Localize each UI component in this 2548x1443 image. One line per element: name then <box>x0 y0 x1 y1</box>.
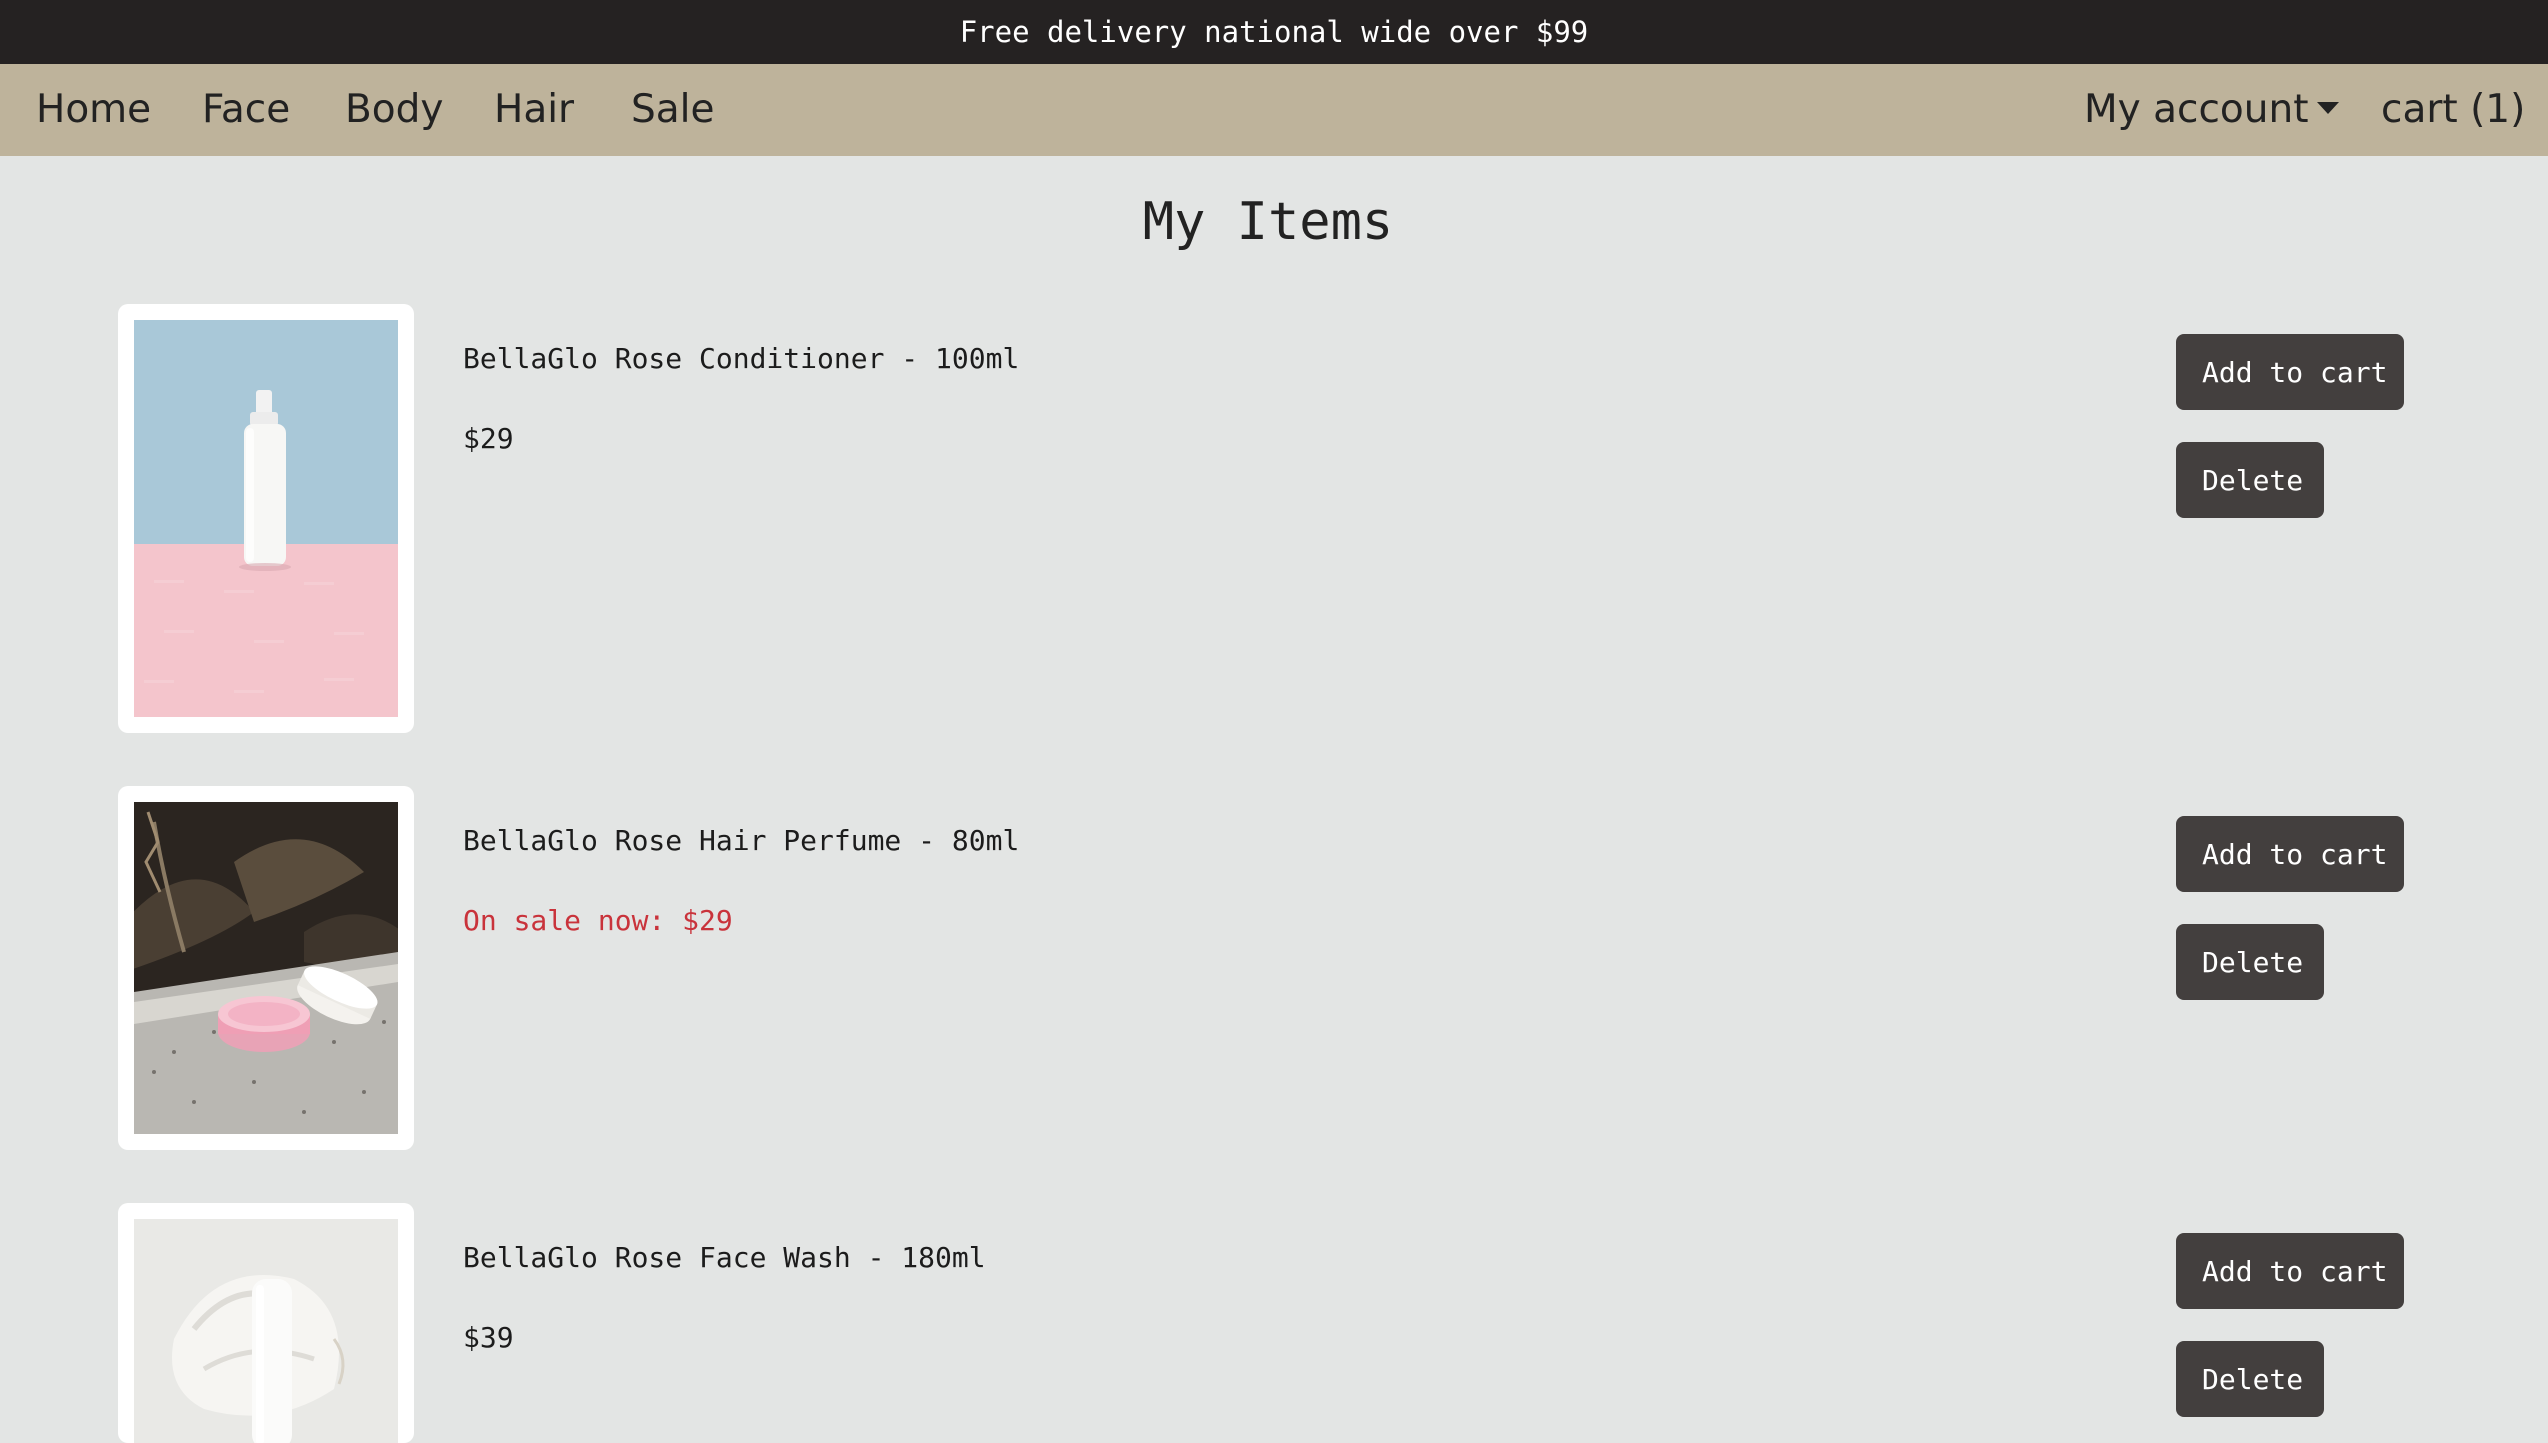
product-name[interactable]: BellaGlo Rose Conditioner - 100ml <box>463 342 1019 375</box>
chevron-down-icon <box>2316 101 2339 114</box>
product-name[interactable]: BellaGlo Rose Face Wash - 180ml <box>463 1241 986 1274</box>
product-price: $29 <box>463 422 514 455</box>
product-image[interactable] <box>134 802 398 1134</box>
page-title: My Items <box>1142 192 1394 252</box>
nav-sale-link[interactable]: Sale <box>631 64 714 156</box>
product-image-frame <box>118 786 414 1150</box>
nav-body-link[interactable]: Body <box>345 64 443 156</box>
product-price: $39 <box>463 1321 514 1354</box>
delete-button[interactable]: Delete <box>2176 442 2324 518</box>
product-image[interactable] <box>134 1219 398 1443</box>
nav-hair-link[interactable]: Hair <box>494 64 574 156</box>
nav-face-link[interactable]: Face <box>202 64 290 156</box>
product-image[interactable] <box>134 320 398 717</box>
add-to-cart-button[interactable]: Add to cart <box>2176 816 2404 892</box>
delete-button[interactable]: Delete <box>2176 1341 2324 1417</box>
product-sale-price: On sale now: $29 <box>463 904 733 937</box>
product-image-frame <box>118 1203 414 1443</box>
nav-home-link[interactable]: Home <box>36 64 151 156</box>
add-to-cart-button[interactable]: Add to cart <box>2176 1233 2404 1309</box>
add-to-cart-button[interactable]: Add to cart <box>2176 334 2404 410</box>
my-account-dropdown[interactable]: My account <box>2084 64 2339 156</box>
cart-link[interactable]: cart (1) <box>2381 64 2525 156</box>
product-image-frame <box>118 304 414 733</box>
delete-button[interactable]: Delete <box>2176 924 2324 1000</box>
my-account-label: My account <box>2084 87 2309 132</box>
announcement-bar: Free delivery national wide over $99 <box>0 0 2548 64</box>
announcement-text: Free delivery national wide over $99 <box>959 15 1589 49</box>
product-name[interactable]: BellaGlo Rose Hair Perfume - 80ml <box>463 824 1019 857</box>
main-nav: Home Face Body Hair Sale My account cart… <box>0 64 2548 156</box>
